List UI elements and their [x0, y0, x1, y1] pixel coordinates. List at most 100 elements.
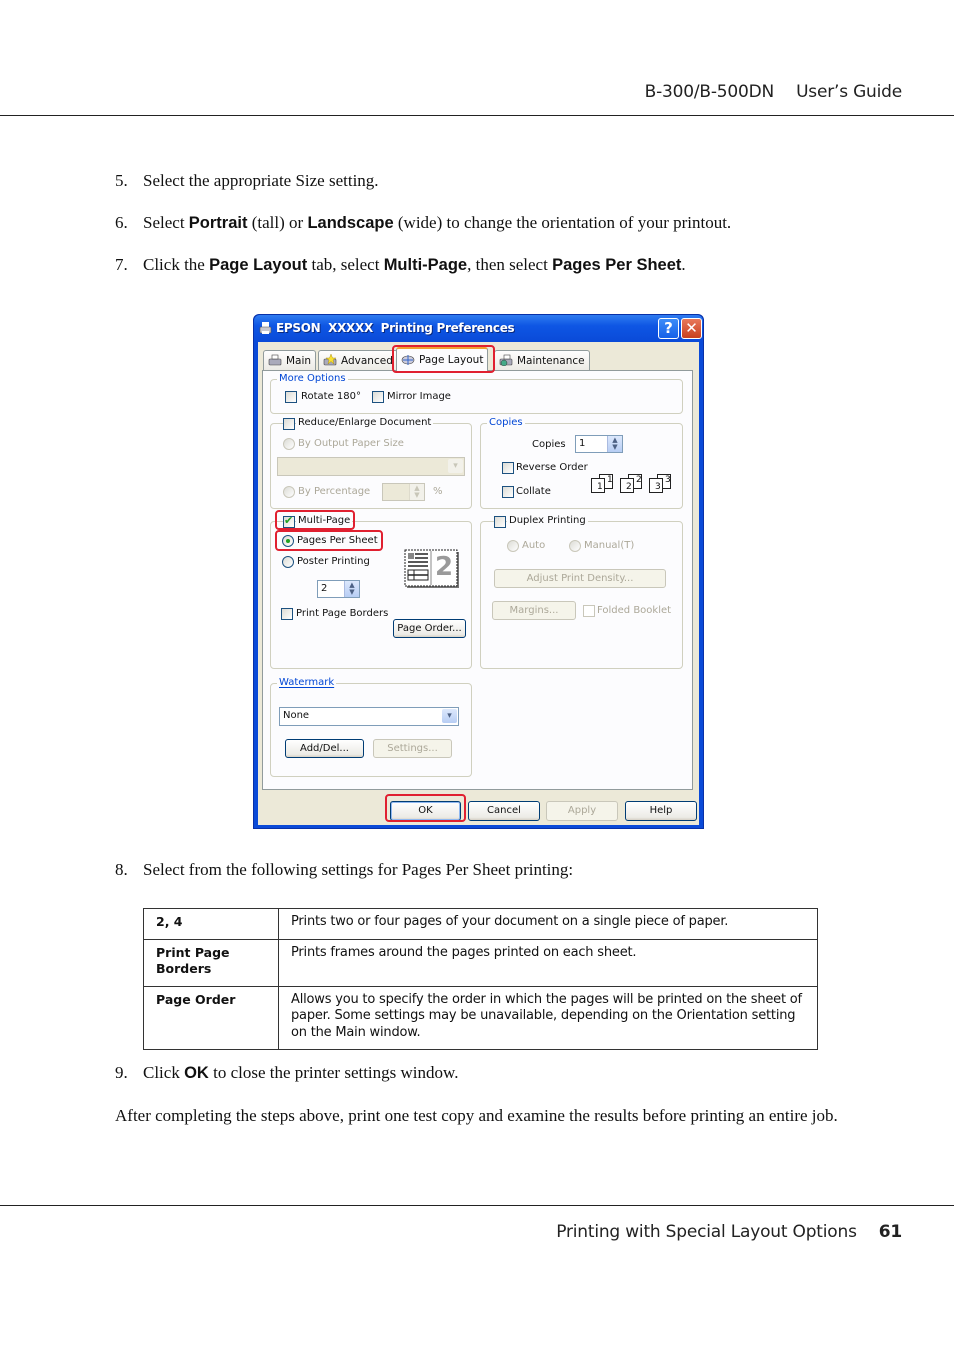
ok-button-highlight — [385, 794, 466, 822]
folded-booklet-label: Folded Booklet — [597, 605, 672, 616]
by-output-paper-size-label: By Output Paper Size — [298, 438, 404, 449]
mirror-image-label: Mirror Image — [387, 391, 451, 402]
duplex-auto-radio[interactable] — [507, 540, 519, 552]
setting-name: Print Page Borders — [143, 938, 279, 987]
duplex-printing-checkbox[interactable] — [494, 516, 506, 528]
mirror-image-checkbox[interactable] — [372, 391, 384, 403]
tab-advanced[interactable]: Advanced — [318, 350, 398, 370]
copies-group: Copies Copies 1 ▲ ▼ Reverse Order Collate… — [480, 417, 683, 509]
watermark-select[interactable]: None ▾ — [279, 707, 459, 726]
multi-page-highlight — [275, 510, 355, 530]
rotate-180-label: Rotate 180° — [301, 391, 362, 402]
print-page-borders-checkbox[interactable] — [281, 608, 293, 620]
advanced-tab-icon — [323, 354, 337, 366]
setting-description: Allows you to specify the order in which… — [278, 985, 818, 1050]
table-row: 2, 4 Prints two or four pages of your do… — [143, 908, 818, 940]
add-del-button[interactable]: Add/Del... — [285, 739, 364, 758]
margins-button[interactable]: Margins... — [492, 601, 576, 620]
collate-page-icon-2: 2 2 — [620, 474, 644, 494]
setting-name: 2, 4 — [143, 908, 279, 940]
duplex-manual-radio[interactable] — [569, 540, 581, 552]
duplex-manual-label: Manual(T) — [584, 540, 635, 551]
duplex-auto-label: Auto — [522, 540, 546, 551]
reverse-order-checkbox[interactable] — [502, 462, 514, 474]
more-options-label: More Options — [277, 373, 348, 384]
by-percentage-label: By Percentage — [298, 486, 371, 497]
percentage-spinner[interactable]: ▲ ▼ — [382, 483, 425, 501]
footer-rule — [0, 1205, 954, 1206]
header-guide: User’s Guide — [796, 82, 902, 102]
more-options-group: More Options Rotate 180° Mirror Image — [270, 373, 683, 414]
copies-spinner[interactable]: 1 ▲ ▼ — [575, 435, 623, 453]
adjust-print-density-button[interactable]: Adjust Print Density... — [494, 569, 666, 588]
step-7: 7. Click the Page Layout tab, select Mult… — [115, 255, 686, 274]
tab-main[interactable]: Main — [263, 350, 317, 370]
settings-button[interactable]: Settings... — [373, 739, 452, 758]
duplex-group: Duplex Printing Auto Manual(T) Adjust Pr… — [480, 515, 683, 669]
dialog-title: EPSON XXXXX Printing Preferences — [276, 321, 515, 335]
main-tab-icon — [268, 354, 282, 366]
maintenance-tab-icon — [499, 354, 513, 366]
header-model: B-300/B-500DN — [644, 82, 775, 102]
reverse-order-label: Reverse Order — [516, 462, 588, 473]
reduce-enlarge-group: Reduce/Enlarge Document By Output Paper … — [270, 417, 472, 509]
close-button[interactable]: ✕ — [681, 318, 702, 339]
preview-page-number: 2 — [435, 552, 454, 582]
table-row: Print Page Borders Prints frames around … — [143, 938, 818, 987]
step-9: 9. Click OK to close the printer settings… — [115, 1063, 459, 1082]
running-header: B-300/B-500DN User’s Guide — [644, 82, 903, 102]
table-row: Page Order Allows you to specify the ord… — [143, 985, 818, 1050]
poster-printing-label: Poster Printing — [297, 556, 370, 567]
by-output-paper-size-radio[interactable] — [283, 438, 295, 450]
closing-paragraph: After completing the steps above, print … — [115, 1106, 838, 1125]
tab-maintenance[interactable]: Maintenance — [494, 350, 590, 370]
two-up-preview-icon: 2 — [404, 549, 460, 589]
folded-booklet-checkbox[interactable] — [583, 605, 595, 617]
spinner-arrows-icon: ▲ ▼ — [344, 581, 359, 597]
page-layout-panel: More Options Rotate 180° Mirror Image Re… — [262, 370, 693, 790]
dialog-client-area: Main Advanced Page Layout Maintenance Mo… — [258, 342, 699, 825]
copies-label: Copies — [532, 439, 566, 450]
running-footer: Printing with Special Layout Options 61 — [556, 1222, 902, 1242]
printer-icon — [259, 322, 272, 334]
collate-page-icon-3: 3 3 — [649, 474, 673, 494]
collate-page-icon-1: 1 1 — [591, 474, 615, 494]
print-page-borders-label: Print Page Borders — [296, 608, 389, 619]
page-layout-tab-highlight — [392, 345, 495, 373]
help-button[interactable]: Help — [625, 801, 697, 821]
step-6: 6. Select Portrait (tall) or Landscape (w… — [115, 213, 732, 232]
output-paper-size-select[interactable]: ▾ — [277, 457, 465, 476]
reduce-enlarge-checkbox[interactable] — [283, 418, 295, 430]
setting-description: Prints two or four pages of your documen… — [278, 908, 818, 940]
collate-checkbox[interactable] — [502, 486, 514, 498]
rotate-180-checkbox[interactable] — [285, 391, 297, 403]
collate-label: Collate — [516, 486, 551, 497]
copies-group-label: Copies — [487, 417, 525, 428]
page-order-button[interactable]: Page Order... — [393, 619, 466, 638]
chevron-down-icon: ▾ — [448, 459, 463, 473]
setting-name: Page Order — [143, 985, 279, 1050]
poster-printing-radio[interactable] — [282, 556, 294, 568]
pages-count-spinner[interactable]: 2 ▲ ▼ — [317, 580, 360, 598]
watermark-label: Watermark — [277, 677, 337, 688]
step-5: 5. Select the appropriate Size setting. — [115, 171, 379, 190]
page-number: 61 — [878, 1222, 902, 1242]
reduce-enlarge-label: Reduce/Enlarge Document — [296, 417, 434, 428]
by-percentage-radio[interactable] — [283, 486, 295, 498]
dialog-titlebar: EPSON XXXXX Printing Preferences ? ✕ — [254, 315, 703, 342]
printing-preferences-dialog: EPSON XXXXX Printing Preferences ? ✕ Mai… — [253, 314, 704, 829]
percent-sign: % — [433, 486, 443, 497]
spinner-arrows-icon: ▲ ▼ — [607, 436, 622, 452]
footer-section: Printing with Special Layout Options — [556, 1222, 857, 1242]
chevron-down-icon: ▾ — [442, 709, 457, 723]
pages-per-sheet-settings-table: 2, 4 Prints two or four pages of your do… — [143, 908, 818, 1050]
help-title-button[interactable]: ? — [658, 318, 679, 339]
watermark-group: Watermark None ▾ Add/Del... Settings... — [270, 677, 472, 777]
pages-per-sheet-highlight — [275, 530, 383, 551]
duplex-printing-label: Duplex Printing — [507, 515, 588, 526]
setting-description: Prints frames around the pages printed o… — [278, 938, 818, 987]
header-rule — [0, 115, 954, 116]
spinner-arrows-icon: ▲ ▼ — [409, 484, 424, 500]
apply-button[interactable]: Apply — [546, 801, 618, 821]
cancel-button[interactable]: Cancel — [468, 801, 540, 821]
